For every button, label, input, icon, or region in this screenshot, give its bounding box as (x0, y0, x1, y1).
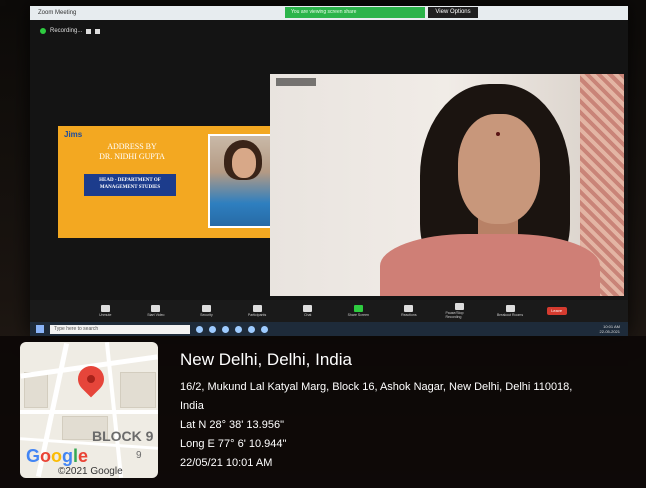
speaker-name-line: DR. NIDHI GUPTA (99, 152, 165, 161)
toolbar-breakout-rooms[interactable]: Breakout Rooms (496, 305, 524, 317)
address-by-line: ADDRESS BY (107, 142, 157, 151)
video-icon (151, 305, 161, 312)
recording-indicator: Recording... (40, 24, 150, 38)
windows-start-icon[interactable] (36, 325, 44, 333)
shared-slide: Jims ADDRESS BY DR. NIDHI GUPTA HEAD - D… (58, 126, 296, 238)
share-screen-icon (353, 305, 363, 312)
pause-recording-button[interactable] (86, 28, 92, 34)
location-longitude: Long E 77° 6' 10.944" (180, 438, 287, 450)
recording-label: Recording... (50, 28, 83, 34)
toolbar-security[interactable]: Security (192, 305, 220, 317)
recording-dot-icon (40, 28, 46, 34)
geotag-overlay: BLOCK 9 9 Google ©2021 Google New Delhi,… (0, 336, 646, 488)
taskbar-app-icon[interactable] (235, 325, 242, 333)
window-title: Zoom Meeting (38, 10, 77, 16)
stop-recording-button[interactable] (95, 28, 101, 34)
taskbar-app-icon[interactable] (222, 325, 229, 333)
toolbar-recording[interactable]: Pause/Stop Recording (445, 303, 473, 319)
institute-logo: Jims (64, 130, 83, 139)
toolbar-share-screen[interactable]: Share Screen (344, 305, 372, 317)
shield-icon (201, 305, 211, 312)
map-block-label: BLOCK 9 (92, 428, 154, 444)
dept-line-2: MANAGEMENT STUDIES (99, 185, 161, 190)
taskbar-app-icon[interactable] (209, 325, 216, 333)
toolbar-reactions[interactable]: Reactions (395, 305, 423, 317)
record-icon (454, 303, 464, 310)
toolbar-chat[interactable]: Chat (294, 305, 322, 317)
participants-icon (252, 305, 262, 312)
reactions-icon (404, 305, 414, 312)
view-options-button[interactable]: View Options (428, 7, 478, 18)
google-logo: Google (26, 446, 89, 466)
breakout-icon (505, 305, 515, 312)
taskbar-app-icon[interactable] (248, 325, 255, 333)
screen-share-banner: You are viewing screen share (285, 7, 425, 18)
taskbar-search-input[interactable]: Type here to search (50, 324, 190, 334)
location-info: New Delhi, Delhi, India 16/2, Mukund Lal… (180, 350, 572, 473)
microphone-icon (100, 305, 110, 312)
location-city: New Delhi, Delhi, India (180, 350, 352, 369)
dept-line-1: HEAD - DEPARTMENT OF (99, 178, 161, 183)
meeting-toolbar: Unmute Start Video Security Participants… (30, 300, 628, 322)
leave-meeting-button[interactable]: Leave (546, 307, 567, 315)
location-datetime: 22/05/21 10:01 AM (180, 457, 273, 469)
slide-address-text: ADDRESS BY DR. NIDHI GUPTA (72, 142, 192, 162)
speaker-face (458, 114, 540, 224)
location-map-thumbnail: BLOCK 9 9 Google ©2021 Google (20, 342, 158, 478)
zoom-window: Zoom Meeting You are viewing screen shar… (30, 6, 628, 336)
toolbar-start-video[interactable]: Start Video (142, 305, 170, 317)
taskbar-app-icon[interactable] (196, 325, 203, 333)
toolbar-unmute[interactable]: Unmute (91, 305, 119, 317)
location-address: 16/2, Mukund Lal Katyal Marg, Block 16, … (180, 381, 573, 393)
toolbar-participants[interactable]: Participants (243, 305, 271, 317)
chat-icon (303, 305, 313, 312)
speaker-video-tile[interactable] (270, 74, 624, 296)
participant-name-tag (276, 78, 316, 86)
windows-taskbar: Type here to search 10:01 AM 22-05-2021 (30, 322, 628, 336)
system-tray-clock[interactable]: 10:01 AM 22-05-2021 (600, 324, 620, 334)
map-block-number: 9 (136, 450, 142, 461)
department-box: HEAD - DEPARTMENT OF MANAGEMENT STUDIES (84, 174, 176, 196)
location-latitude: Lat N 28° 38' 13.956" (180, 419, 284, 431)
map-copyright: ©2021 Google (58, 466, 123, 477)
window-titlebar: Zoom Meeting You are viewing screen shar… (30, 6, 628, 20)
taskbar-app-icon[interactable] (261, 325, 268, 333)
meeting-area: Recording... Jims ADDRESS BY DR. NIDHI G… (30, 20, 628, 300)
location-country: India (180, 400, 204, 412)
